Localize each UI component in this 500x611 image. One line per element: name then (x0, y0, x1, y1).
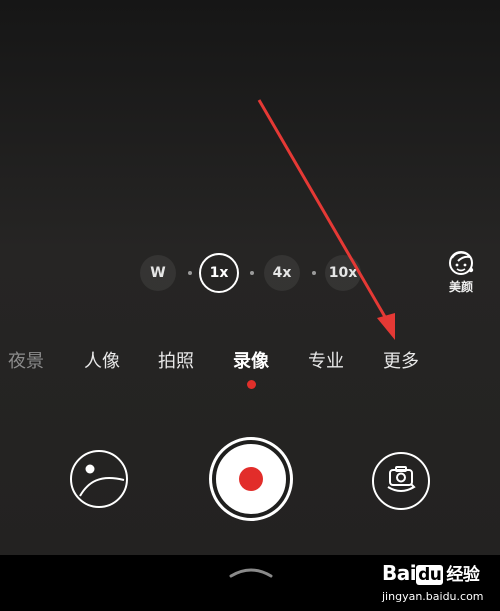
zoom-1x-button[interactable]: 1x (199, 253, 239, 293)
active-mode-indicator (247, 380, 256, 389)
baidu-logo: Bai du 经验 (382, 561, 480, 585)
zoom-separator-dot (312, 271, 316, 275)
mode-video[interactable]: 录像 (233, 347, 269, 373)
zoom-10x-button[interactable]: 10x (325, 255, 361, 291)
camera-flip-button[interactable] (372, 452, 430, 510)
mode-night[interactable]: 夜景 (8, 347, 44, 373)
mode-more[interactable]: 更多 (383, 347, 419, 373)
beauty-button[interactable]: 美颜 (443, 248, 479, 295)
watermark-url: jingyan.baidu.com (382, 590, 484, 603)
baidu-jingyan-watermark: Bai du 经验 jingyan.baidu.com (382, 560, 497, 608)
zoom-4x-button[interactable]: 4x (264, 255, 300, 291)
mode-pro[interactable]: 专业 (308, 347, 344, 373)
camera-flip-icon (384, 464, 418, 498)
beauty-face-icon (443, 248, 479, 276)
record-button-icon (216, 444, 286, 514)
record-button[interactable] (209, 437, 293, 521)
zoom-wide-button[interactable]: W (140, 255, 176, 291)
zoom-separator-dot (188, 271, 192, 275)
zoom-separator-dot (250, 271, 254, 275)
mode-portrait[interactable]: 人像 (84, 347, 120, 373)
chevron-up-icon[interactable] (229, 563, 273, 582)
gallery-button[interactable] (70, 450, 128, 508)
beauty-label: 美颜 (448, 280, 473, 294)
mode-photo[interactable]: 拍照 (158, 347, 194, 373)
